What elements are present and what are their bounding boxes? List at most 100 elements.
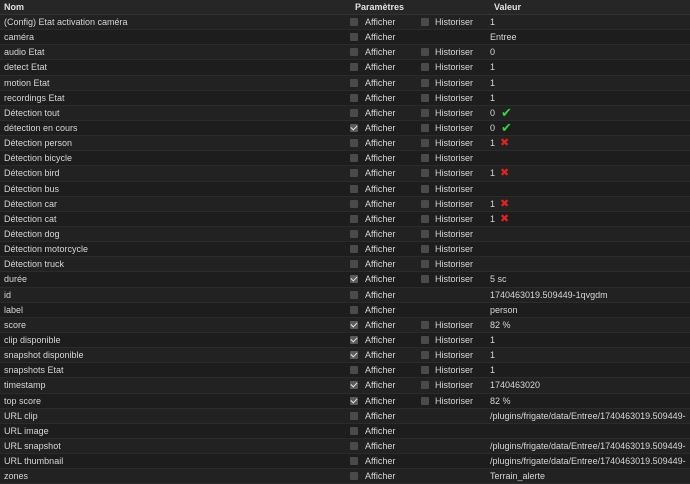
afficher-checkbox[interactable]	[350, 275, 358, 284]
historiser-label[interactable]: Historiser	[435, 166, 473, 180]
afficher-checkbox[interactable]	[350, 199, 358, 208]
historiser-label[interactable]: Historiser	[435, 91, 473, 105]
afficher-label[interactable]: Afficher	[365, 303, 395, 317]
historiser-label[interactable]: Historiser	[435, 272, 473, 286]
afficher-label[interactable]: Afficher	[365, 166, 395, 180]
afficher-checkbox[interactable]	[350, 457, 358, 466]
afficher-checkbox[interactable]	[350, 245, 358, 254]
afficher-label[interactable]: Afficher	[365, 15, 395, 29]
afficher-checkbox[interactable]	[350, 33, 358, 42]
afficher-label[interactable]: Afficher	[365, 363, 395, 377]
afficher-label[interactable]: Afficher	[365, 121, 395, 135]
historiser-label[interactable]: Historiser	[435, 45, 473, 59]
afficher-checkbox[interactable]	[350, 441, 358, 450]
afficher-checkbox[interactable]	[350, 320, 358, 329]
afficher-checkbox[interactable]	[350, 184, 358, 193]
historiser-checkbox[interactable]	[421, 260, 429, 269]
historiser-label[interactable]: Historiser	[435, 60, 473, 74]
historiser-checkbox[interactable]	[421, 48, 429, 57]
historiser-checkbox[interactable]	[421, 108, 429, 117]
afficher-checkbox[interactable]	[350, 260, 358, 269]
afficher-label[interactable]: Afficher	[365, 318, 395, 332]
afficher-checkbox[interactable]	[350, 366, 358, 375]
historiser-checkbox[interactable]	[421, 275, 429, 284]
historiser-checkbox[interactable]	[421, 366, 429, 375]
afficher-label[interactable]: Afficher	[365, 151, 395, 165]
historiser-label[interactable]: Historiser	[435, 151, 473, 165]
historiser-label[interactable]: Historiser	[435, 378, 473, 392]
afficher-checkbox[interactable]	[350, 108, 358, 117]
historiser-checkbox[interactable]	[421, 229, 429, 238]
afficher-label[interactable]: Afficher	[365, 106, 395, 120]
afficher-label[interactable]: Afficher	[365, 136, 395, 150]
afficher-checkbox[interactable]	[350, 78, 358, 87]
historiser-label[interactable]: Historiser	[435, 212, 473, 226]
historiser-checkbox[interactable]	[421, 154, 429, 163]
historiser-label[interactable]: Historiser	[435, 15, 473, 29]
afficher-label[interactable]: Afficher	[365, 288, 395, 302]
historiser-checkbox[interactable]	[421, 335, 429, 344]
historiser-label[interactable]: Historiser	[435, 318, 473, 332]
historiser-checkbox[interactable]	[421, 184, 429, 193]
afficher-label[interactable]: Afficher	[365, 257, 395, 271]
historiser-checkbox[interactable]	[421, 123, 429, 132]
afficher-checkbox[interactable]	[350, 48, 358, 57]
afficher-label[interactable]: Afficher	[365, 348, 395, 362]
historiser-label[interactable]: Historiser	[435, 257, 473, 271]
afficher-checkbox[interactable]	[350, 169, 358, 178]
afficher-checkbox[interactable]	[350, 63, 358, 72]
historiser-checkbox[interactable]	[421, 78, 429, 87]
afficher-label[interactable]: Afficher	[365, 227, 395, 241]
historiser-checkbox[interactable]	[421, 139, 429, 148]
historiser-label[interactable]: Historiser	[435, 182, 473, 196]
afficher-checkbox[interactable]	[350, 229, 358, 238]
historiser-label[interactable]: Historiser	[435, 333, 473, 347]
afficher-label[interactable]: Afficher	[365, 197, 395, 211]
afficher-checkbox[interactable]	[350, 93, 358, 102]
afficher-label[interactable]: Afficher	[365, 30, 395, 44]
afficher-checkbox[interactable]	[350, 381, 358, 390]
afficher-label[interactable]: Afficher	[365, 454, 395, 468]
afficher-checkbox[interactable]	[350, 426, 358, 435]
afficher-label[interactable]: Afficher	[365, 91, 395, 105]
afficher-label[interactable]: Afficher	[365, 333, 395, 347]
historiser-label[interactable]: Historiser	[435, 121, 473, 135]
historiser-checkbox[interactable]	[421, 18, 429, 26]
afficher-checkbox[interactable]	[350, 139, 358, 148]
historiser-checkbox[interactable]	[421, 351, 429, 360]
afficher-label[interactable]: Afficher	[365, 378, 395, 392]
afficher-checkbox[interactable]	[350, 305, 358, 314]
afficher-label[interactable]: Afficher	[365, 469, 395, 483]
historiser-checkbox[interactable]	[421, 199, 429, 208]
afficher-checkbox[interactable]	[350, 335, 358, 344]
historiser-label[interactable]: Historiser	[435, 348, 473, 362]
historiser-checkbox[interactable]	[421, 381, 429, 390]
historiser-label[interactable]: Historiser	[435, 394, 473, 408]
afficher-label[interactable]: Afficher	[365, 212, 395, 226]
historiser-label[interactable]: Historiser	[435, 136, 473, 150]
historiser-checkbox[interactable]	[421, 93, 429, 102]
afficher-checkbox[interactable]	[350, 154, 358, 163]
afficher-label[interactable]: Afficher	[365, 242, 395, 256]
historiser-checkbox[interactable]	[421, 320, 429, 329]
historiser-label[interactable]: Historiser	[435, 227, 473, 241]
afficher-checkbox[interactable]	[350, 214, 358, 223]
afficher-label[interactable]: Afficher	[365, 60, 395, 74]
afficher-checkbox[interactable]	[350, 351, 358, 360]
afficher-label[interactable]: Afficher	[365, 424, 395, 438]
afficher-label[interactable]: Afficher	[365, 182, 395, 196]
historiser-label[interactable]: Historiser	[435, 242, 473, 256]
historiser-label[interactable]: Historiser	[435, 197, 473, 211]
historiser-label[interactable]: Historiser	[435, 76, 473, 90]
historiser-checkbox[interactable]	[421, 214, 429, 223]
historiser-checkbox[interactable]	[421, 245, 429, 254]
historiser-checkbox[interactable]	[421, 396, 429, 405]
afficher-checkbox[interactable]	[350, 18, 358, 26]
afficher-label[interactable]: Afficher	[365, 272, 395, 286]
historiser-checkbox[interactable]	[421, 63, 429, 72]
afficher-label[interactable]: Afficher	[365, 409, 395, 423]
historiser-label[interactable]: Historiser	[435, 106, 473, 120]
afficher-checkbox[interactable]	[350, 411, 358, 420]
afficher-checkbox[interactable]	[350, 472, 358, 481]
historiser-label[interactable]: Historiser	[435, 363, 473, 377]
